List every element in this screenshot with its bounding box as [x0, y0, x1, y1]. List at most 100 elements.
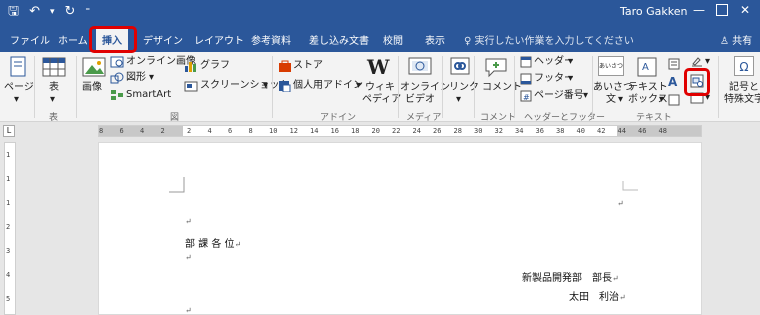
- tab-design[interactable]: デザイン: [143, 32, 183, 47]
- my-addins-button[interactable]: 個人用アドイン: [293, 80, 363, 92]
- wikipedia-icon: W: [367, 55, 390, 79]
- greeting-icon: あいさつ: [598, 56, 624, 76]
- ruler-number: 36: [535, 127, 544, 135]
- chart-button[interactable]: グラフ: [200, 60, 230, 72]
- footer-dropdown-icon[interactable]: ▾: [568, 73, 573, 85]
- tab-layout[interactable]: レイアウト: [194, 32, 244, 47]
- screenshot-dropdown-icon[interactable]: ▾: [263, 80, 268, 92]
- paragraph-mark: ↵: [234, 240, 242, 249]
- image-icon: [82, 57, 106, 77]
- undo-dropdown-icon[interactable]: ▾: [50, 3, 55, 21]
- vertical-ruler-number: 4: [6, 271, 11, 279]
- symbol-button[interactable]: 記号と 特殊文字: [722, 82, 760, 106]
- paragraph-mark: ↵: [185, 253, 192, 262]
- tab-file[interactable]: ファイル: [10, 32, 50, 47]
- maximize-button[interactable]: [716, 4, 728, 16]
- signature-dropdown-icon[interactable]: ▾: [705, 56, 710, 68]
- image-button[interactable]: 画像: [82, 82, 102, 94]
- share-button[interactable]: ♙ 共有: [720, 32, 752, 47]
- header-dropdown-icon[interactable]: ▾: [568, 56, 573, 68]
- greeting-dropdown-icon[interactable]: ▾: [618, 94, 623, 106]
- horizontal-ruler: L 8 6 4 2 2 4 6 8 10 12 14 16 18 20 22 24 26 28 30 32 34 36 38…: [0, 122, 760, 140]
- wordart-icon[interactable]: A: [668, 76, 677, 88]
- page-number-button[interactable]: ページ番号: [534, 90, 584, 102]
- tab-mailings[interactable]: 差し込み文書: [309, 32, 369, 47]
- textbox-dropdown-icon[interactable]: ▾: [659, 94, 664, 106]
- table-dropdown-icon[interactable]: ▾: [50, 94, 55, 106]
- shapes-button[interactable]: 図形: [126, 72, 146, 84]
- tab-references[interactable]: 参考資料: [251, 32, 291, 47]
- close-button[interactable]: ✕: [738, 3, 752, 17]
- comment-button[interactable]: コメント: [482, 82, 522, 94]
- textbox-label-1: テキスト: [628, 82, 668, 93]
- store-button[interactable]: ストア: [293, 60, 323, 72]
- undo-icon[interactable]: ↶: [29, 3, 40, 21]
- ruler-number: 18: [351, 127, 360, 135]
- online-video-label-2: ビデオ: [405, 94, 435, 105]
- ruler-number: 6: [228, 127, 233, 135]
- page-number-dropdown-icon[interactable]: ▾: [583, 90, 588, 102]
- my-addins-icon: [279, 81, 291, 92]
- paragraph-mark: ↵: [619, 293, 626, 302]
- quick-parts-icon: [668, 58, 680, 70]
- screenshot-button[interactable]: スクリーンショット: [200, 80, 290, 92]
- tab-selector[interactable]: L: [3, 125, 15, 137]
- ruler-number: 30: [474, 127, 483, 135]
- symbol-icon: Ω: [734, 56, 754, 76]
- ruler-number: 32: [494, 127, 503, 135]
- my-addins-dropdown-icon[interactable]: ▾: [356, 80, 361, 92]
- online-image-icon: [110, 56, 124, 68]
- ruler-number: 24: [412, 127, 421, 135]
- cursor-paragraph-mark: ↵: [617, 199, 624, 208]
- ruler-number: 2: [187, 127, 192, 135]
- pages-button[interactable]: ページ: [4, 82, 34, 94]
- window-controls: — ✕: [692, 3, 752, 17]
- document-page[interactable]: ↵ 部 課 各 位↵ ↵ 新製品開発部 部長↵ 太田 利治↵ ↵ ↵: [98, 142, 702, 315]
- ruler-number: 8: [99, 127, 104, 135]
- ruler-number: 4: [140, 127, 145, 135]
- footer-icon: [520, 73, 532, 85]
- svg-text:#: #: [523, 93, 530, 102]
- smartart-button[interactable]: SmartArt: [126, 89, 171, 101]
- ruler-number: 4: [207, 127, 212, 135]
- tab-review[interactable]: 校閲: [383, 32, 403, 47]
- ruler-number: 34: [515, 127, 524, 135]
- vertical-ruler-number: 1: [6, 175, 11, 183]
- ruler-number: 6: [119, 127, 124, 135]
- ruler-number: 22: [392, 127, 401, 135]
- minimize-button[interactable]: —: [692, 3, 706, 17]
- smartart-icon: [111, 90, 123, 100]
- link-dropdown-icon[interactable]: ▾: [456, 94, 461, 106]
- doc-line-name[interactable]: 太田 利治↵: [569, 288, 626, 303]
- ruler-number: 40: [576, 127, 585, 135]
- ruler-number: 8: [248, 127, 253, 135]
- highlight-insert-tab: [89, 26, 137, 53]
- doc-line-department[interactable]: 新製品開発部 部長↵: [522, 269, 619, 284]
- redo-icon[interactable]: ↻: [65, 3, 76, 21]
- greeting-button[interactable]: あいさつ 文: [593, 82, 633, 106]
- table-button[interactable]: 表: [49, 82, 59, 94]
- online-video-label-1: オンライン: [400, 82, 450, 93]
- ruler-number: 10: [269, 127, 278, 135]
- ruler-track[interactable]: 8 6 4 2 2 4 6 8 10 12 14 16 18 20 22 24 26 28 30 32 34 36 38 40…: [98, 125, 702, 137]
- table-icon: [42, 57, 66, 77]
- doc-line-recipients[interactable]: 部 課 各 位↵: [185, 235, 241, 250]
- online-video-button[interactable]: オンライン ビデオ: [400, 82, 450, 106]
- tell-me-search[interactable]: ♀ 実行したい作業を入力してください: [464, 32, 634, 47]
- user-name[interactable]: Taro Gakken: [620, 5, 688, 18]
- pages-dropdown-icon[interactable]: ▾: [14, 94, 19, 106]
- highlight-date-time-button: [684, 68, 710, 96]
- vertical-ruler-number: 1: [6, 151, 11, 159]
- customize-qat-icon[interactable]: ⁼: [85, 3, 90, 21]
- tab-view[interactable]: 表示: [425, 32, 445, 47]
- ruler-number: 2: [160, 127, 165, 135]
- tab-home[interactable]: ホーム: [58, 32, 88, 47]
- shapes-dropdown-icon[interactable]: ▾: [149, 72, 154, 84]
- wikipedia-label-1: ウィキ: [365, 82, 395, 93]
- vertical-ruler: 1 1 1 2 3 4 5: [4, 142, 16, 315]
- ruler-number: 46: [638, 127, 647, 135]
- save-icon[interactable]: 🖫: [8, 3, 19, 21]
- ruler-number: 44: [617, 127, 626, 135]
- wikipedia-button[interactable]: ウィキ ペディア: [362, 82, 401, 106]
- symbol-label-2: 特殊文字: [724, 94, 760, 105]
